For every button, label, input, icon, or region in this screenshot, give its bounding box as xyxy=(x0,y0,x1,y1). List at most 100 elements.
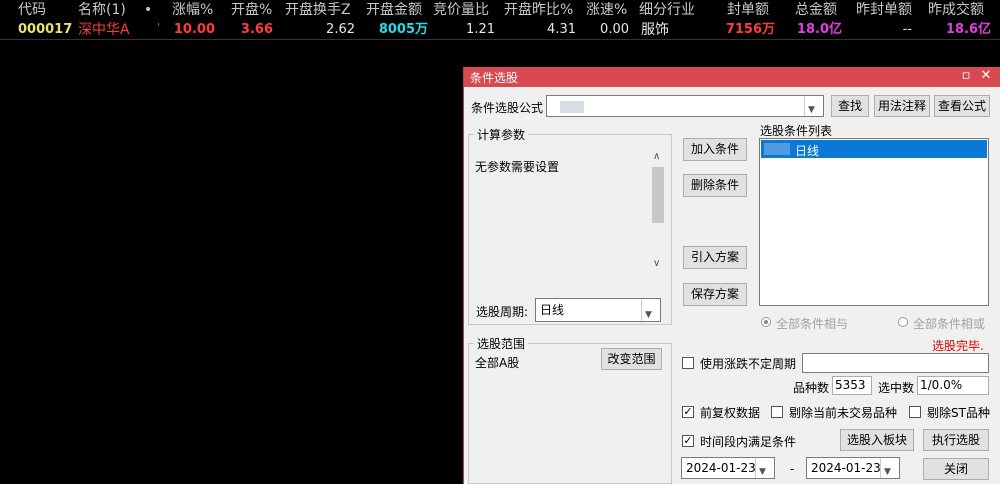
scroll-down-icon[interactable]: ∨ xyxy=(653,258,660,269)
prev-seal: -- xyxy=(902,22,912,37)
col-seal-amount[interactable]: 封单额 xyxy=(727,1,769,19)
total-amount: 18.0亿 xyxy=(796,22,842,37)
view-formula-button[interactable]: 查看公式 xyxy=(934,95,990,117)
col-speed[interactable]: 涨速% xyxy=(586,1,627,19)
formula-label: 条件选股公式 xyxy=(471,101,544,115)
condition-stock-dialog: 条件选股 ▫ ✕ 条件选股公式 ▼ 查找 用法注释 查看公式 计算参数 无参数需… xyxy=(463,67,1000,484)
date-to-value: 2024-01-23 xyxy=(811,461,881,475)
period-value: 日线 xyxy=(540,303,565,317)
status-text: 选股完毕. xyxy=(932,339,984,353)
col-name[interactable]: 名称(1) xyxy=(78,1,126,19)
params-text: 无参数需要设置 xyxy=(475,160,560,174)
adj-data-checkbox[interactable]: ✓ xyxy=(682,406,694,418)
close-button[interactable]: 关闭 xyxy=(923,458,989,480)
open-amount: 8005万 xyxy=(378,22,428,37)
stock-name: 深中华A xyxy=(78,22,130,38)
radio-all-and[interactable] xyxy=(761,317,771,327)
chevron-down-icon: ▼ xyxy=(759,467,766,477)
dialog-titlebar[interactable]: 条件选股 ▫ ✕ xyxy=(464,67,1000,87)
period-select[interactable]: 日线 ▼ xyxy=(535,298,661,322)
date-from-dropdown[interactable]: ▼ xyxy=(755,458,774,478)
col-prev-volume[interactable]: 昨成交额 xyxy=(928,1,984,19)
col-change-pct[interactable]: 涨幅% xyxy=(172,1,213,19)
count-value: 5353 xyxy=(832,376,872,395)
hit-value: 1/0.0% xyxy=(917,376,989,395)
seal-amount: 7156万 xyxy=(725,22,775,37)
time-range-checkbox[interactable]: ✓ xyxy=(682,435,694,447)
chevron-down-icon: ▼ xyxy=(645,310,652,320)
to-block-button[interactable]: 选股入板块 xyxy=(840,429,914,451)
industry: 服饰 xyxy=(641,22,669,38)
change-pct: 10.00 xyxy=(173,22,215,37)
params-group-title: 计算参数 xyxy=(474,126,529,143)
minimize-icon[interactable]: ▫ xyxy=(958,68,974,84)
row-divider xyxy=(0,39,1000,40)
hit-label: 选中数 xyxy=(878,381,915,395)
radio-all-and-label: 全部条件相与 xyxy=(776,317,849,331)
prev-volume: 18.6亿 xyxy=(945,22,991,37)
col-open-amount[interactable]: 开盘金额 xyxy=(366,1,422,19)
remove-condition-button[interactable]: 删除条件 xyxy=(683,174,747,197)
usage-note-button[interactable]: 用法注释 xyxy=(874,95,930,117)
count-label: 品种数 xyxy=(793,381,830,395)
period-dropdown[interactable]: ▼ xyxy=(641,299,660,321)
list-item[interactable]: 日线 xyxy=(761,140,987,158)
scroll-up-icon[interactable]: ∧ xyxy=(653,151,660,162)
exclude-no-trade-checkbox[interactable] xyxy=(771,406,783,418)
open-pct: 3.66 xyxy=(240,22,273,37)
auction-ratio: 1.21 xyxy=(466,22,495,37)
find-button[interactable]: 查找 xyxy=(831,95,869,117)
col-prev-seal[interactable]: 昨封单额 xyxy=(856,1,912,19)
params-scrollbar[interactable]: ∧ ∨ xyxy=(650,151,666,271)
col-open-turnover[interactable]: 开盘换手Z xyxy=(285,1,351,19)
blurred-formula-name xyxy=(560,101,584,113)
condition-list[interactable]: 日线 xyxy=(759,138,989,306)
open-turnover: 2.62 xyxy=(326,22,355,37)
period-input[interactable] xyxy=(802,353,989,373)
date-separator: - xyxy=(790,462,795,476)
list-item-label: 日线 xyxy=(795,144,820,158)
exclude-no-trade-label: 剔除当前未交易品种 xyxy=(789,406,898,420)
date-to-input[interactable]: 2024-01-23 ▼ xyxy=(806,457,900,479)
scroll-thumb[interactable] xyxy=(652,167,664,223)
import-plan-button[interactable]: 引入方案 xyxy=(683,246,747,269)
exclude-st-label: 剔除ST品种 xyxy=(927,406,990,420)
speed: 0.00 xyxy=(600,22,629,37)
formula-select[interactable]: ▼ xyxy=(546,95,824,117)
save-plan-button[interactable]: 保存方案 xyxy=(683,283,747,306)
col-auction-ratio[interactable]: 竞价量比 xyxy=(433,1,489,19)
col-total-amount[interactable]: 总金额 xyxy=(795,1,837,19)
formula-dropdown[interactable]: ▼ xyxy=(804,96,823,116)
range-group-title: 选股范围 xyxy=(474,335,529,352)
date-from-value: 2024-01-23 xyxy=(686,461,756,475)
date-from-input[interactable]: 2024-01-23 ▼ xyxy=(681,457,775,479)
table-row[interactable]: 000017 深中华A ' 10.00 3.66 2.62 8005万 1.21… xyxy=(0,21,1000,39)
col-code[interactable]: 代码 xyxy=(18,1,46,19)
execute-button[interactable]: 执行选股 xyxy=(923,429,989,451)
adj-data-label: 前复权数据 xyxy=(700,406,761,420)
chevron-down-icon: ▼ xyxy=(884,467,891,477)
quote-header: 代码 名称(1) • 涨幅% 开盘% 开盘换手Z 开盘金额 竞价量比 开盘昨比%… xyxy=(0,0,1000,20)
radio-all-or[interactable] xyxy=(898,317,908,327)
radio-all-or-label: 全部条件相或 xyxy=(913,317,986,331)
chevron-down-icon: ▼ xyxy=(808,105,815,115)
col-open-prev-ratio[interactable]: 开盘昨比% xyxy=(504,1,573,19)
date-to-dropdown[interactable]: ▼ xyxy=(880,458,899,478)
condition-list-label: 选股条件列表 xyxy=(760,124,833,138)
dialog-title: 条件选股 xyxy=(470,71,519,85)
exclude-st-checkbox[interactable] xyxy=(909,406,921,418)
open-prev-ratio: 4.31 xyxy=(547,22,576,37)
blurred-condition-name xyxy=(764,143,790,155)
range-value: 全部A股 xyxy=(475,356,520,370)
col-open-pct[interactable]: 开盘% xyxy=(231,1,272,19)
close-icon[interactable]: ✕ xyxy=(978,68,994,84)
use-period-label: 使用涨跌不定周期 xyxy=(700,357,797,371)
add-condition-button[interactable]: 加入条件 xyxy=(683,138,747,161)
stock-code: 000017 xyxy=(18,22,73,37)
stock-mark: ' xyxy=(157,21,161,34)
use-period-checkbox[interactable] xyxy=(682,357,694,369)
col-mark[interactable]: • xyxy=(144,1,152,19)
time-range-label: 时间段内满足条件 xyxy=(700,435,797,449)
col-industry[interactable]: 细分行业 xyxy=(639,1,695,19)
change-range-button[interactable]: 改变范围 xyxy=(601,348,662,370)
